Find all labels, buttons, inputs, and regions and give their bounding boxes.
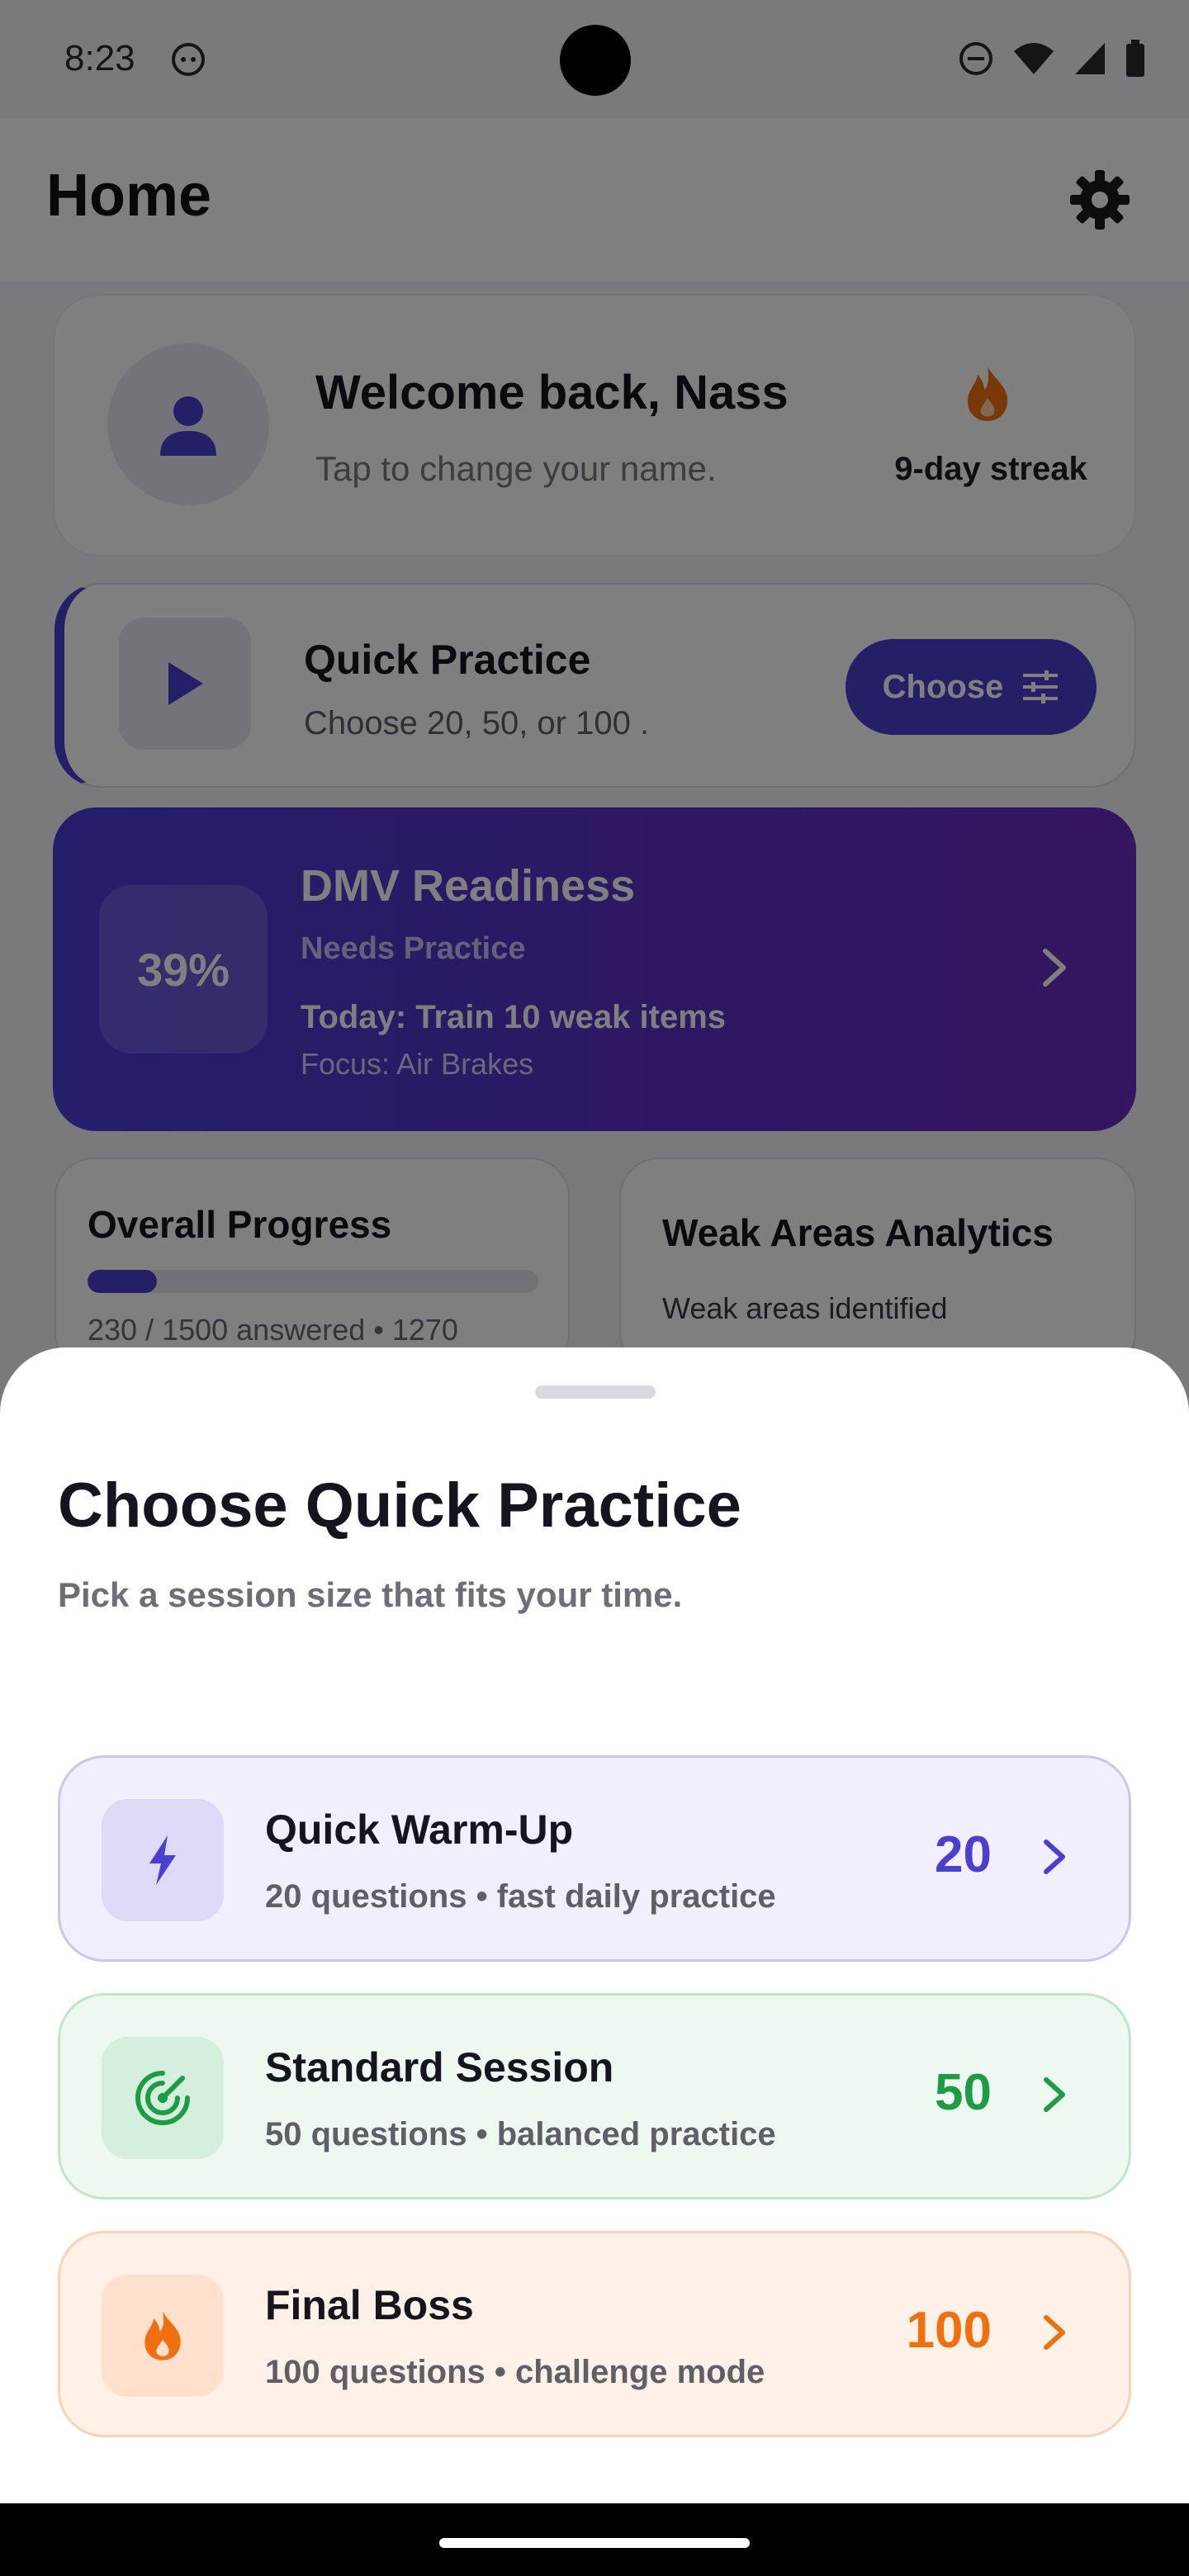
option-quick-warm-up[interactable]: Quick Warm-Up 20 questions • fast daily … (58, 1755, 1131, 1962)
chevron-right-icon (1044, 2315, 1065, 2350)
option-count: 100 (906, 2302, 992, 2359)
system-nav-bar (0, 2503, 1189, 2576)
sheet-title: Choose Quick Practice (58, 1470, 741, 1541)
flame-icon (144, 2311, 181, 2361)
home-gesture-pill[interactable] (439, 2538, 750, 2548)
option-subtitle: 20 questions • fast daily practice (265, 1878, 776, 1915)
option-title: Quick Warm-Up (265, 1807, 574, 1853)
option-subtitle: 50 questions • balanced practice (265, 2116, 776, 2152)
chevron-right-icon (1044, 1840, 1065, 1874)
option-title: Final Boss (265, 2282, 474, 2328)
option-icon-box (102, 2275, 224, 2397)
option-subtitle: 100 questions • challenge mode (265, 2354, 765, 2390)
option-icon-box (102, 2037, 224, 2159)
option-count: 50 (935, 2064, 992, 2121)
option-title: Standard Session (265, 2044, 614, 2091)
option-final-boss[interactable]: Final Boss 100 questions • challenge mod… (58, 2231, 1131, 2437)
option-standard-session[interactable]: Standard Session 50 questions • balanced… (58, 1993, 1131, 2200)
option-icon-box (102, 1799, 224, 1921)
option-count: 20 (935, 1826, 992, 1883)
sheet-subtitle: Pick a session size that fits your time. (58, 1575, 683, 1614)
chevron-right-icon (1044, 2077, 1065, 2112)
bottom-sheet: Choose Quick Practice Pick a session siz… (0, 1347, 1189, 2503)
bolt-icon (149, 1835, 176, 1885)
drag-handle[interactable] (535, 1385, 656, 1399)
target-icon (135, 2071, 190, 2125)
